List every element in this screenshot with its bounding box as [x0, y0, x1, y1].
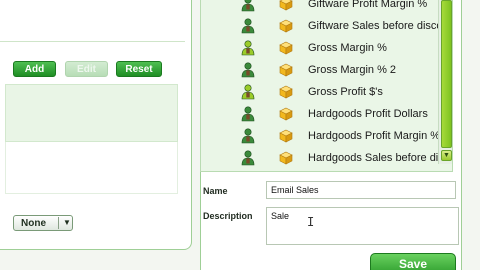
measure-list: Hardgoods Sales before discount Hardgoods…: [200, 0, 453, 172]
list-item-label: Hardgoods Profit Margin %: [308, 130, 441, 142]
person-icon: [241, 150, 255, 166]
left-panel: Add Edit Reset None ▼: [0, 0, 192, 250]
name-label: Name: [203, 186, 228, 196]
list-item[interactable]: Giftware Profit Margin %: [201, 0, 441, 16]
cube-icon: [279, 107, 293, 121]
list-item-label: Hardgoods Sales before discount: [308, 152, 441, 164]
text-cursor-icon: I: [307, 215, 315, 229]
list-item[interactable]: Hardgoods Sales before discount: [201, 148, 441, 170]
description-field[interactable]: Sale: [266, 207, 459, 245]
criteria-box-lower: [5, 142, 178, 194]
chevron-down-icon: ▼: [63, 218, 71, 227]
list-item[interactable]: Hardgoods Profit Dollars: [201, 104, 441, 126]
person-icon: [241, 18, 255, 34]
list-item[interactable]: Gross Profit $'s: [201, 82, 441, 104]
person-icon: [241, 84, 255, 100]
list-item[interactable]: Giftware Sales before discount: [201, 16, 441, 38]
left-top-area: [0, 0, 185, 42]
name-field[interactable]: Email Sales: [266, 181, 456, 199]
reset-button[interactable]: Reset: [116, 61, 162, 77]
scrollbar-thumb[interactable]: [441, 0, 452, 148]
select-value: None: [21, 218, 46, 229]
cube-icon: [279, 41, 293, 55]
edit-button[interactable]: Edit: [65, 61, 108, 77]
list-item-label: Giftware Profit Margin %: [308, 0, 428, 10]
list-scrollbar[interactable]: ▼: [438, 0, 452, 164]
list-item[interactable]: Gross Margin % 2: [201, 60, 441, 82]
cube-icon: [279, 0, 293, 11]
person-icon: [241, 0, 255, 12]
cube-icon: [279, 85, 293, 99]
list-item-label: Gross Margin % 2: [308, 64, 397, 76]
list-item[interactable]: Gross Margin %: [201, 38, 441, 60]
select-divider: [58, 217, 59, 229]
save-button[interactable]: Save: [370, 253, 456, 270]
person-icon: [241, 40, 255, 56]
person-icon: [241, 106, 255, 122]
cube-icon: [279, 63, 293, 77]
list-item-label: Gross Profit $'s: [308, 86, 383, 98]
list-item-label: Gross Margin %: [308, 42, 387, 54]
list-item[interactable]: Hardgoods Profit Margin %: [201, 126, 441, 148]
criteria-box: [5, 84, 178, 142]
cube-icon: [279, 151, 293, 165]
list-item-label: Giftware Sales before discount: [308, 20, 441, 32]
description-label: Description: [203, 211, 253, 221]
list-item-label: Hardgoods Profit Dollars: [308, 108, 428, 120]
person-icon: [241, 62, 255, 78]
scroll-down-icon[interactable]: ▼: [441, 150, 452, 161]
add-button[interactable]: Add: [13, 61, 56, 77]
cube-icon: [279, 129, 293, 143]
none-select-dropdown[interactable]: None ▼: [13, 215, 73, 231]
cube-icon: [279, 19, 293, 33]
person-icon: [241, 128, 255, 144]
